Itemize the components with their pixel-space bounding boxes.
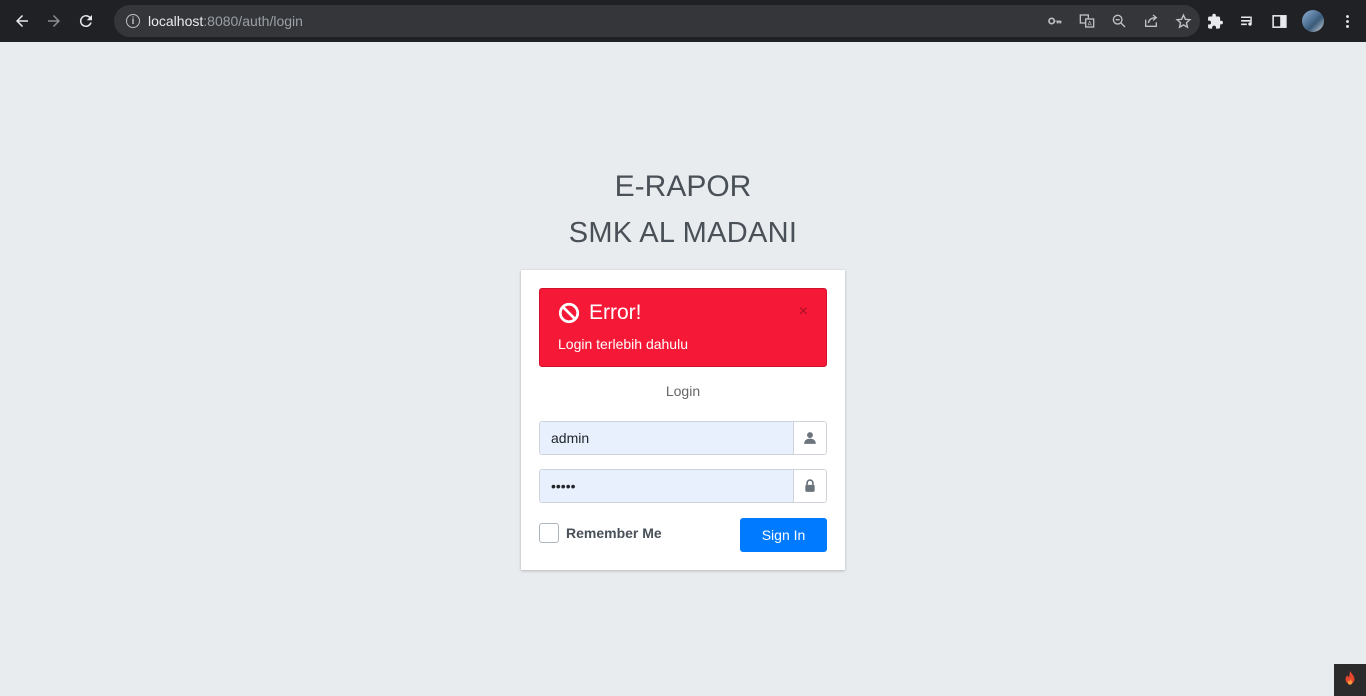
school-name: SMK AL MADANI xyxy=(568,217,798,249)
password-input-group xyxy=(539,469,827,503)
url-text: localhost:8080/auth/login xyxy=(148,13,303,29)
share-icon[interactable] xyxy=(1142,12,1160,30)
address-bar[interactable]: i localhost:8080/auth/login A xyxy=(114,5,1200,37)
side-panel-icon[interactable] xyxy=(1270,12,1288,30)
alert-heading: Error! xyxy=(558,301,642,325)
translate-icon[interactable]: A xyxy=(1078,12,1096,30)
app-title: E-RAPOR xyxy=(614,170,752,203)
debug-toolbar-toggle[interactable] xyxy=(1334,664,1366,696)
login-box-message: Login xyxy=(665,383,701,399)
navigation-buttons xyxy=(6,5,102,37)
site-info-icon[interactable]: i xyxy=(126,14,140,28)
remember-me-checkbox[interactable] xyxy=(539,523,559,543)
remember-me-label[interactable]: Remember Me xyxy=(566,525,662,541)
key-icon[interactable] xyxy=(1046,12,1064,30)
user-icon xyxy=(793,422,826,454)
address-bar-actions: A xyxy=(1046,5,1192,37)
password-input[interactable] xyxy=(540,470,793,502)
ban-icon xyxy=(558,302,580,324)
bookmark-star-icon[interactable] xyxy=(1174,12,1192,30)
url-host: localhost xyxy=(148,13,204,29)
toolbar-actions xyxy=(1206,5,1356,37)
error-alert: Error! × Login terlebih dahulu xyxy=(539,288,827,367)
lock-icon xyxy=(793,470,826,502)
browser-toolbar: i localhost:8080/auth/login A xyxy=(0,0,1366,42)
alert-close-button[interactable]: × xyxy=(799,303,808,321)
username-input-group xyxy=(539,421,827,455)
profile-avatar[interactable] xyxy=(1302,10,1324,32)
alert-message: Login terlebih dahulu xyxy=(558,336,688,352)
menu-kebab-icon[interactable] xyxy=(1338,12,1356,30)
zoom-icon[interactable] xyxy=(1110,12,1128,30)
extensions-puzzle-icon[interactable] xyxy=(1206,12,1224,30)
url-path: :8080/auth/login xyxy=(203,13,303,29)
reading-list-icon[interactable] xyxy=(1238,12,1256,30)
flame-icon xyxy=(1341,669,1359,692)
remember-me: Remember Me xyxy=(539,523,662,543)
back-arrow-icon[interactable] xyxy=(6,5,38,37)
login-card: Error! × Login terlebih dahulu Login Rem… xyxy=(521,270,845,570)
alert-title: Error! xyxy=(589,301,642,324)
username-input[interactable] xyxy=(540,422,793,454)
forward-arrow-icon[interactable] xyxy=(38,5,70,37)
reload-icon[interactable] xyxy=(70,5,102,37)
sign-in-button[interactable]: Sign In xyxy=(740,518,827,552)
